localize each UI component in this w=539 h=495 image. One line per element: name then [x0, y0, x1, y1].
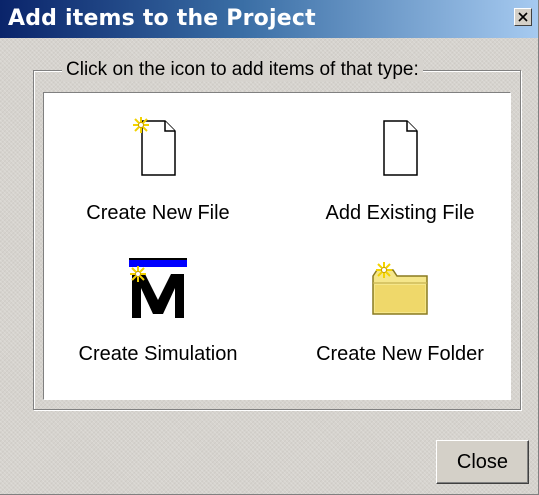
create-new-folder-item[interactable]: Create New Folder [290, 256, 510, 386]
close-icon [518, 12, 528, 22]
item-type-group: Click on the icon to add items of that t… [33, 59, 521, 410]
simulation-icon[interactable] [125, 256, 191, 322]
create-new-file-label: Create New File [86, 202, 230, 224]
group-legend: Click on the icon to add items of that t… [62, 59, 423, 81]
add-existing-file-label: Add Existing File [325, 202, 475, 224]
new-file-icon[interactable] [128, 115, 188, 181]
create-new-file-item[interactable]: Create New File [48, 115, 268, 245]
title-bar[interactable]: Add items to the Project [0, 0, 538, 38]
file-icon[interactable] [370, 115, 430, 181]
close-button[interactable]: Close [436, 440, 529, 484]
create-new-folder-label: Create New Folder [316, 343, 484, 365]
create-simulation-item[interactable]: Create Simulation [48, 256, 268, 386]
window-title: Add items to the Project [8, 6, 316, 31]
title-close-button[interactable] [514, 8, 532, 26]
new-folder-icon[interactable] [365, 256, 435, 322]
add-existing-file-item[interactable]: Add Existing File [290, 115, 510, 245]
add-items-dialog: Add items to the Project Click on the ic… [0, 0, 539, 495]
create-simulation-label: Create Simulation [78, 343, 238, 365]
item-panel: Create New File Add Existing File Create… [43, 92, 511, 400]
